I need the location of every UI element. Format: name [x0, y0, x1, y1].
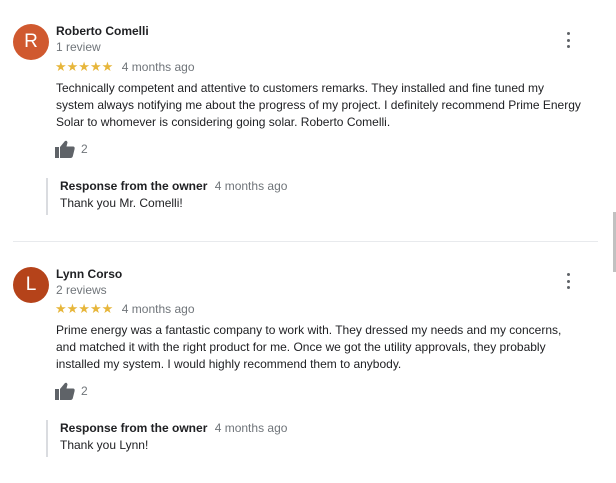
review-divider — [13, 241, 598, 242]
more-options-button[interactable] — [561, 32, 575, 48]
owner-response-text: Thank you Lynn! — [60, 438, 149, 452]
star-rating: ★★★★★ 4 months ago — [55, 301, 195, 317]
reviewer-name[interactable]: Roberto Comelli — [56, 24, 149, 38]
owner-response-age: 4 months ago — [214, 421, 288, 435]
star-icon: ★★★★★ — [55, 301, 114, 316]
star-icon: ★★★★★ — [55, 59, 114, 74]
reviews-panel: R Roberto Comelli 1 review ★★★★★ 4 month… — [0, 0, 616, 483]
owner-response-label: Response from the owner — [60, 421, 208, 435]
review-text: Prime energy was a fantastic company to … — [56, 323, 562, 371]
like-button[interactable]: 2 — [55, 140, 88, 158]
more-options-button[interactable] — [561, 273, 575, 289]
owner-response-text: Thank you Mr. Comelli! — [60, 196, 183, 210]
star-rating: ★★★★★ 4 months ago — [55, 59, 195, 75]
like-count: 2 — [81, 142, 88, 156]
reviewer-name[interactable]: Lynn Corso — [56, 267, 122, 281]
review-age: 4 months ago — [121, 60, 195, 74]
like-button[interactable]: 2 — [55, 382, 88, 400]
thumbs-up-icon — [55, 382, 75, 400]
reviewer-review-count: 2 reviews — [56, 283, 107, 297]
more-vert-icon — [566, 273, 570, 276]
avatar[interactable]: R — [13, 24, 49, 60]
thumbs-up-icon — [55, 140, 75, 158]
review-age: 4 months ago — [121, 302, 195, 316]
owner-response: Response from the owner 4 months ago Tha… — [46, 178, 560, 215]
review-text: Technically competent and attentive to c… — [56, 81, 581, 129]
more-vert-icon — [566, 32, 570, 35]
owner-response: Response from the owner 4 months ago Tha… — [46, 420, 560, 457]
like-count: 2 — [81, 384, 88, 398]
owner-response-age: 4 months ago — [214, 179, 288, 193]
avatar[interactable]: L — [13, 267, 49, 303]
reviewer-review-count: 1 review — [56, 40, 101, 54]
owner-response-label: Response from the owner — [60, 179, 208, 193]
